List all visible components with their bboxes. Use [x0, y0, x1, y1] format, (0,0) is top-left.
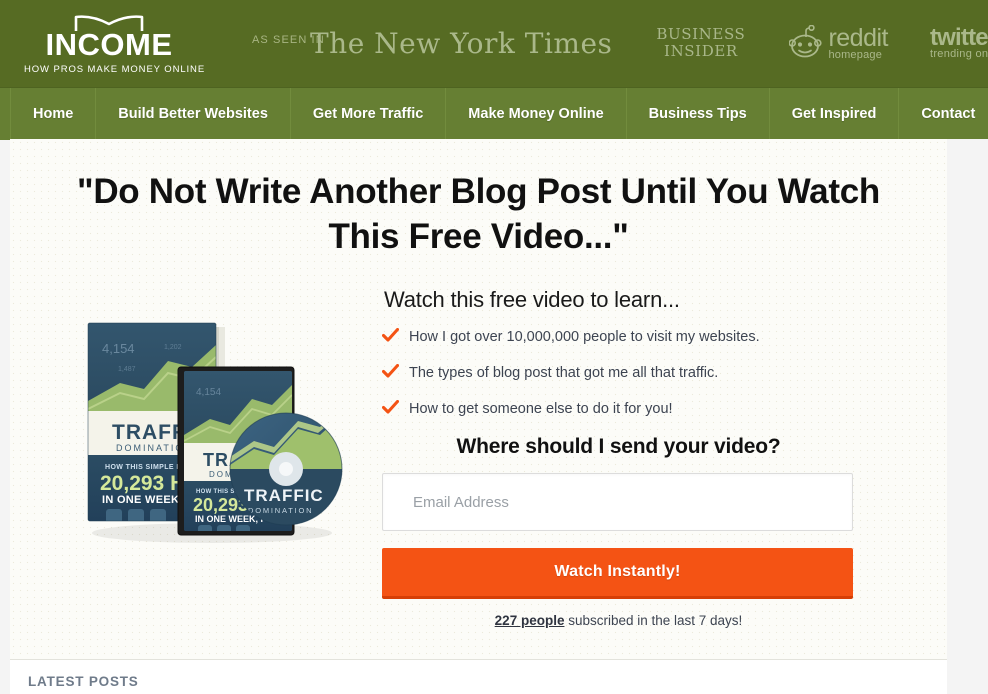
hero-section: "Do Not Write Another Blog Post Until Yo…	[10, 139, 947, 660]
reddit-alien-icon	[789, 25, 823, 58]
reddit-logo: reddit homepage	[789, 25, 888, 61]
logo-wordmark: INCOME	[45, 27, 173, 62]
svg-text:1,202: 1,202	[164, 344, 182, 351]
new-york-times-logo: The New York Times	[310, 26, 613, 60]
nav-left-spacer	[0, 88, 11, 140]
page-right-margin	[947, 139, 988, 694]
svg-text:TRAFFIC: TRAFFIC	[244, 486, 324, 505]
watch-instantly-button[interactable]: Watch Instantly!	[382, 548, 853, 599]
press-logos: The New York Times BUSINESS INSIDER redd…	[310, 8, 988, 78]
optin-column: Watch this free video to learn... How I …	[382, 287, 855, 628]
logo-tagline: HOW PROS MAKE MONEY ONLINE	[24, 64, 206, 75]
nav-item-contact[interactable]: Contact	[899, 88, 988, 140]
svg-text:4,154: 4,154	[196, 387, 221, 398]
twitter-logo: twitter trending on	[930, 26, 988, 60]
reddit-wordmark: reddit	[828, 23, 888, 52]
twitter-sublabel: trending on	[929, 48, 988, 60]
benefit-text: How to get someone else to do it for you…	[409, 401, 673, 417]
benefits-list: How I got over 10,000,000 people to visi…	[382, 327, 855, 419]
nav-item-get-more-traffic[interactable]: Get More Traffic	[291, 88, 447, 140]
list-item: How to get someone else to do it for you…	[382, 399, 855, 419]
latest-posts-heading: LATEST POSTS	[28, 674, 139, 689]
social-proof: 227 people subscribed in the last 7 days…	[382, 613, 855, 628]
list-item: The types of blog post that got me all t…	[382, 363, 855, 383]
check-icon	[382, 400, 399, 414]
page-title: "Do Not Write Another Blog Post Until Yo…	[77, 172, 880, 256]
business-insider-logo: BUSINESS INSIDER	[656, 26, 745, 60]
benefit-text: The types of blog post that got me all t…	[409, 365, 719, 381]
check-icon	[382, 328, 399, 342]
benefit-text: How I got over 10,000,000 people to visi…	[409, 329, 760, 345]
svg-text:4,154: 4,154	[102, 341, 135, 356]
nav-item-make-money-online[interactable]: Make Money Online	[446, 88, 627, 140]
subscriber-count[interactable]: 227 people	[495, 613, 565, 628]
nav-item-business-tips[interactable]: Business Tips	[627, 88, 770, 140]
check-icon	[382, 364, 399, 378]
landing-page: INCOME HOW PROS MAKE MONEY ONLINE AS SEE…	[0, 0, 988, 694]
optin-prompt: Where should I send your video?	[456, 435, 781, 458]
content-shell: "Do Not Write Another Blog Post Until Yo…	[10, 139, 947, 694]
social-proof-text: subscribed in the last 7 days!	[564, 613, 743, 628]
reddit-sublabel: homepage	[828, 48, 883, 61]
nav-item-get-inspired[interactable]: Get Inspired	[770, 88, 900, 140]
main-navigation: Home Build Better Websites Get More Traf…	[0, 87, 988, 140]
site-header: INCOME HOW PROS MAKE MONEY ONLINE AS SEE…	[0, 0, 988, 87]
product-image: 4,154 1,487 1,202 TRAFFIC DOMINATION HOW…	[72, 309, 362, 549]
twitter-wordmark: twitter	[929, 24, 988, 51]
nav-item-home[interactable]: Home	[11, 88, 97, 140]
hero-subheading: Watch this free video to learn...	[384, 287, 680, 312]
email-input[interactable]	[382, 473, 853, 531]
list-item: How I got over 10,000,000 people to visi…	[382, 327, 855, 347]
site-logo[interactable]: INCOME HOW PROS MAKE MONEY ONLINE	[24, 13, 206, 75]
svg-text:1,487: 1,487	[118, 366, 136, 373]
svg-text:DOMINATION: DOMINATION	[248, 506, 313, 515]
business-insider-line1: BUSINESS	[656, 25, 746, 43]
business-insider-line2: INSIDER	[664, 42, 738, 60]
nav-item-build-better-websites[interactable]: Build Better Websites	[96, 88, 291, 140]
latest-posts-section: LATEST POSTS	[10, 661, 947, 694]
